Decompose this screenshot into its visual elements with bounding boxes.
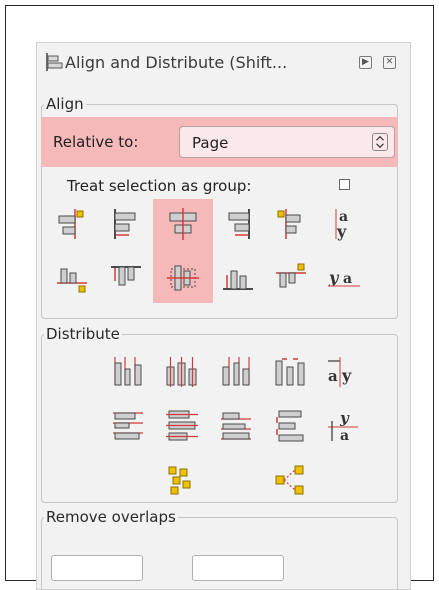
svg-text:a: a — [328, 367, 338, 385]
horizontal-gap-spinbox[interactable] — [51, 555, 143, 581]
align-distribute-icon — [46, 53, 63, 71]
align-top-edges-icon[interactable] — [107, 259, 145, 297]
align-right-edge-to-left-icon[interactable] — [53, 205, 91, 243]
distribute-centers-horizontally-icon[interactable] — [163, 353, 201, 391]
align-baselines-horizontally-icon[interactable]: a y — [325, 205, 363, 243]
randomize-positions-icon[interactable] — [163, 461, 201, 499]
align-top-edge-to-bottom-icon[interactable] — [272, 259, 310, 297]
align-bottom-edge-to-top-icon[interactable] — [53, 259, 91, 297]
distribute-gaps-horizontally-icon[interactable] — [271, 353, 309, 391]
relative-to-value: Page — [192, 134, 229, 152]
close-panel-button[interactable]: ✕ — [383, 56, 396, 69]
unclump-objects-icon[interactable] — [271, 461, 309, 499]
remove-overlaps-legend: Remove overlaps — [46, 508, 176, 526]
align-left-edges-icon[interactable] — [107, 205, 145, 243]
screenshot-frame: Align and Distribute (Shift... ▶ ✕ Align… — [5, 5, 434, 590]
align-distribute-panel: Align and Distribute (Shift... ▶ ✕ Align… — [36, 42, 411, 590]
chevron-updown-icon — [372, 133, 388, 151]
distribute-right-edges-icon[interactable] — [217, 353, 255, 391]
center-on-vertical-axis-icon[interactable] — [164, 205, 202, 243]
svg-text:y: y — [336, 222, 347, 241]
panel-titlebar: Align and Distribute (Shift... ▶ ✕ — [37, 43, 410, 83]
distribute-legend: Distribute — [46, 325, 120, 343]
expand-panel-button[interactable]: ▶ — [359, 56, 372, 69]
relative-to-select[interactable]: Page — [179, 126, 395, 158]
distribute-centers-vertically-icon[interactable] — [163, 407, 201, 445]
vertical-gap-spinbox[interactable] — [192, 555, 284, 581]
distribute-baselines-horizontally-icon[interactable]: a y — [324, 353, 362, 391]
align-left-edge-to-right-icon[interactable] — [272, 205, 310, 243]
svg-text:a: a — [343, 271, 352, 287]
align-bottom-edges-icon[interactable] — [219, 259, 257, 297]
align-right-edges-icon[interactable] — [219, 205, 257, 243]
center-on-horizontal-axis-icon[interactable] — [164, 259, 202, 297]
distribute-bottom-edges-icon[interactable] — [217, 407, 255, 445]
svg-text:a: a — [340, 428, 349, 444]
distribute-baselines-vertically-icon[interactable]: y a — [324, 407, 362, 445]
distribute-top-edges-icon[interactable] — [109, 407, 147, 445]
relative-to-row: Relative to: Page — [41, 117, 398, 167]
align-legend: Align — [46, 95, 84, 113]
align-baselines-vertically-icon[interactable]: y a — [325, 259, 363, 297]
svg-text:y: y — [339, 409, 350, 427]
treat-as-group-checkbox[interactable] — [339, 179, 350, 190]
distribute-gaps-vertically-icon[interactable] — [271, 407, 309, 445]
relative-to-label: Relative to: — [53, 133, 139, 151]
svg-text:y: y — [341, 366, 352, 385]
svg-text:y: y — [328, 268, 340, 287]
treat-as-group-label: Treat selection as group: — [67, 177, 252, 195]
distribute-left-edges-icon[interactable] — [109, 353, 147, 391]
panel-title: Align and Distribute (Shift... — [65, 53, 288, 72]
